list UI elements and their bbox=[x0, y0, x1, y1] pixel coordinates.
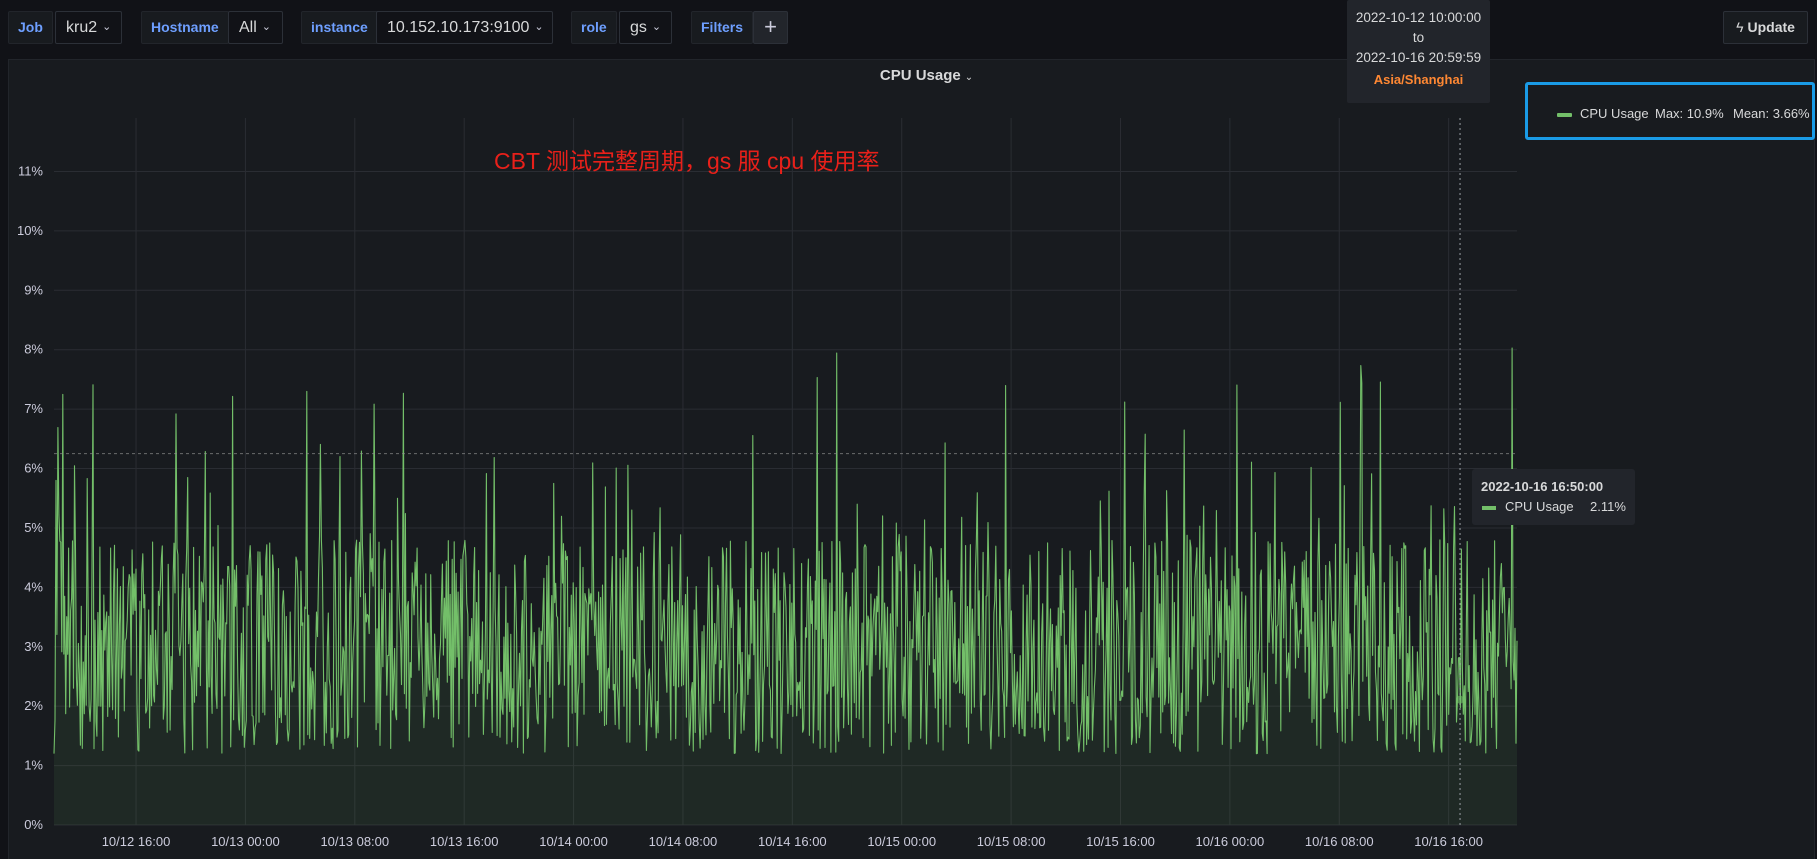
legend-series-name[interactable]: CPU Usage bbox=[1580, 106, 1649, 121]
x-tick-label: 10/13 16:00 bbox=[430, 834, 499, 849]
x-tick-label: 10/16 00:00 bbox=[1196, 834, 1265, 849]
y-tick-label: 5% bbox=[24, 520, 43, 535]
legend-color-swatch bbox=[1557, 113, 1572, 117]
y-tick-label: 3% bbox=[24, 639, 43, 654]
tooltip-time: 2022-10-16 16:50:00 bbox=[1481, 479, 1604, 494]
y-tick-label: 10% bbox=[17, 223, 43, 238]
y-tick-label: 0% bbox=[24, 817, 43, 832]
y-tick-label: 11% bbox=[18, 163, 43, 178]
y-tick-label: 6% bbox=[24, 461, 43, 476]
y-tick-label: 7% bbox=[24, 401, 43, 416]
tooltip-series-name: CPU Usage bbox=[1505, 499, 1574, 514]
x-tick-label: 10/16 16:00 bbox=[1414, 834, 1483, 849]
tooltip-value: 2.11% bbox=[1590, 499, 1626, 514]
x-tick-label: 10/16 08:00 bbox=[1305, 834, 1374, 849]
x-tick-label: 10/15 00:00 bbox=[867, 834, 936, 849]
y-tick-label: 9% bbox=[24, 282, 43, 297]
hover-tooltip: 2022-10-16 16:50:00 CPU Usage 2.11% bbox=[1472, 469, 1635, 525]
x-axis: 10/12 16:00 10/13 00:00 10/13 08:00 10/13 1… bbox=[102, 834, 1483, 849]
legend-mean: Mean: 3.66% bbox=[1733, 106, 1810, 121]
x-tick-label: 10/14 00:00 bbox=[539, 834, 608, 849]
y-axis: 0% 1% 2% 3% 4% 5% 6% 7% 8% 9% 10% 11% bbox=[17, 163, 43, 832]
time-range-to: 2022-10-16 20:59:59 bbox=[1355, 50, 1482, 65]
x-tick-label: 10/15 16:00 bbox=[1086, 834, 1155, 849]
tooltip-color-swatch bbox=[1482, 506, 1496, 510]
time-range-picker[interactable]: 2022-10-12 10:00:00 to 2022-10-16 20:59:… bbox=[1347, 0, 1490, 103]
time-range-from: 2022-10-12 10:00:00 bbox=[1355, 10, 1482, 25]
chart-legend[interactable]: CPU Usage Max: 10.9% Mean: 3.66% bbox=[1525, 82, 1815, 140]
x-tick-label: 10/14 16:00 bbox=[758, 834, 827, 849]
y-tick-label: 8% bbox=[24, 342, 43, 357]
hover-point bbox=[1456, 695, 1465, 704]
x-tick-label: 10/13 08:00 bbox=[320, 834, 389, 849]
x-tick-label: 10/12 16:00 bbox=[102, 834, 171, 849]
chart-annotation: CBT 测试完整周期，gs 服 cpu 使用率 bbox=[494, 148, 880, 174]
legend-max: Max: 10.9% bbox=[1655, 106, 1724, 121]
y-tick-label: 1% bbox=[24, 758, 43, 773]
y-tick-label: 4% bbox=[24, 579, 43, 594]
x-tick-label: 10/15 08:00 bbox=[977, 834, 1046, 849]
time-range-timezone: Asia/Shanghai bbox=[1373, 72, 1464, 87]
y-tick-label: 2% bbox=[24, 698, 43, 713]
time-range-to-word: to bbox=[1412, 30, 1425, 45]
x-tick-label: 10/14 08:00 bbox=[649, 834, 718, 849]
x-tick-label: 10/13 00:00 bbox=[211, 834, 280, 849]
